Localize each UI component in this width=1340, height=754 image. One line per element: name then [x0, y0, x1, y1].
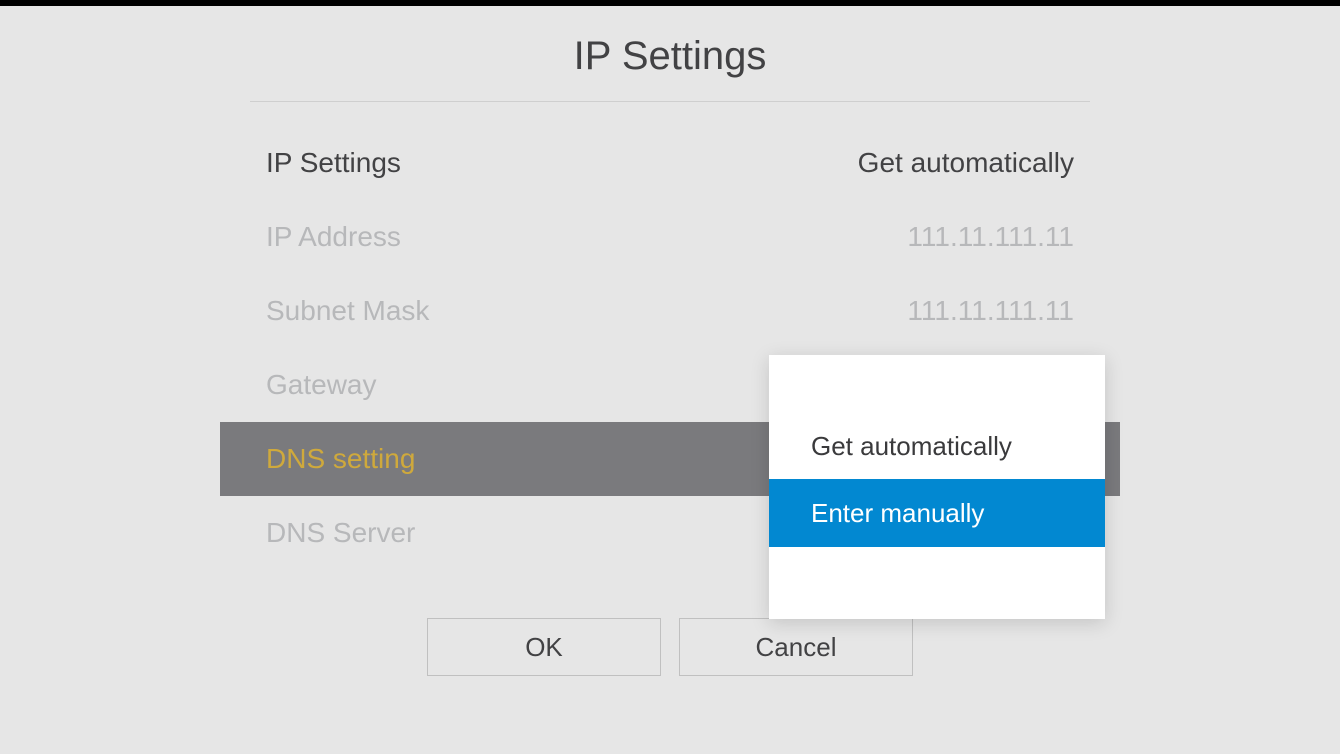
row-label: Gateway [266, 369, 377, 401]
row-value: 111.11.111.11 [907, 221, 1074, 253]
row-label: IP Settings [266, 147, 401, 179]
row-value: Get automatically [858, 147, 1074, 179]
row-label: DNS Server [266, 517, 415, 549]
row-label: DNS setting [266, 443, 415, 475]
dns-setting-dropdown: Get automatically Enter manually [769, 355, 1105, 619]
row-subnet-mask[interactable]: Subnet Mask 111.11.111.11 [250, 274, 1090, 348]
row-ip-settings[interactable]: IP Settings Get automatically [250, 126, 1090, 200]
cancel-button[interactable]: Cancel [679, 618, 913, 676]
dropdown-option-enter-manually[interactable]: Enter manually [769, 479, 1105, 547]
row-value: 111.11.111.11 [907, 295, 1074, 327]
page-title: IP Settings [250, 34, 1090, 102]
row-label: Subnet Mask [266, 295, 429, 327]
row-label: IP Address [266, 221, 401, 253]
action-buttons: OK Cancel [250, 618, 1090, 676]
row-ip-address[interactable]: IP Address 111.11.111.11 [250, 200, 1090, 274]
dropdown-option-get-automatically[interactable]: Get automatically [769, 413, 1105, 479]
ok-button[interactable]: OK [427, 618, 661, 676]
